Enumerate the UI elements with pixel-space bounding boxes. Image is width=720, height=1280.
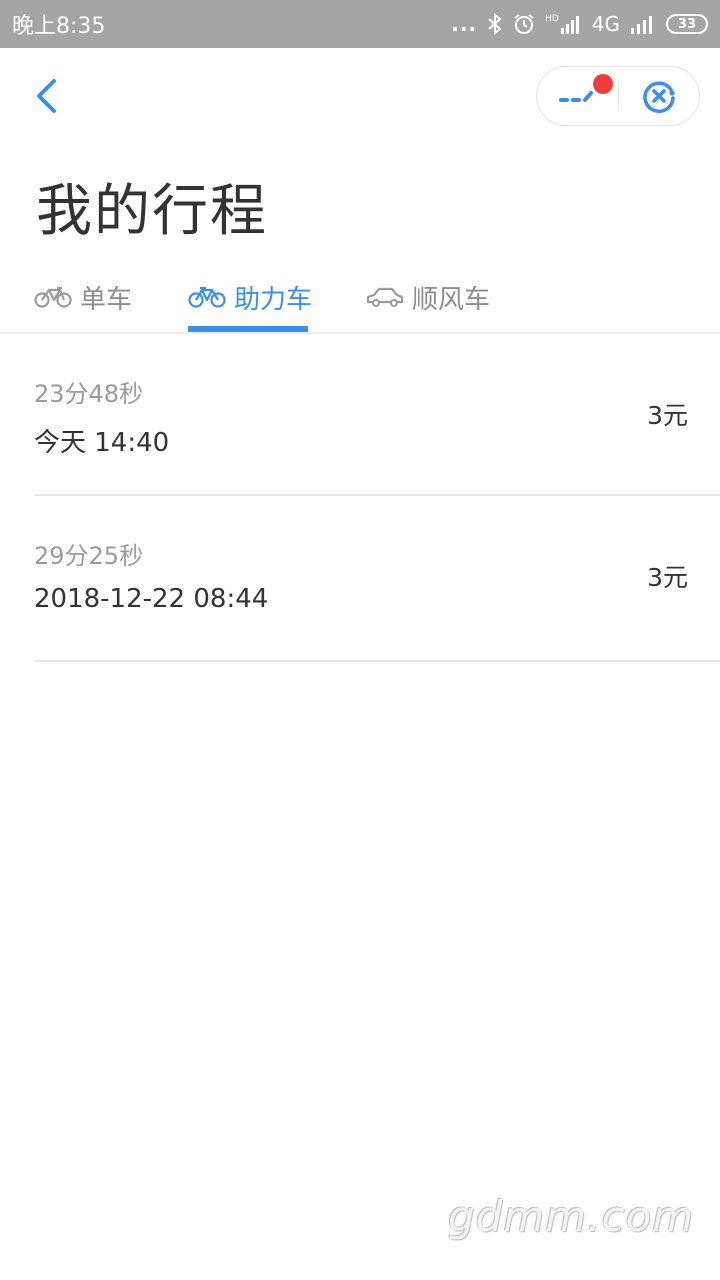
trip-list: 23分48秒 今天 14:40 3元 29分25秒 2018-12-22 08:… [0,334,720,662]
bike-icon [34,286,72,308]
mini-program-capsule [536,66,700,126]
page-title: 我的行程 [36,179,268,244]
trip-time: 今天 14:40 [34,428,170,458]
trip-price: 3元 [647,401,688,430]
tab-ebike[interactable]: 助力车 [188,262,312,332]
status-icons: ... HD 4G 33 [451,12,708,36]
tab-carpool-label: 顺风车 [412,284,491,315]
bluetooth-icon [487,12,503,36]
notification-badge [593,74,613,94]
tab-bike[interactable]: 单车 [34,262,132,332]
chevron-left-icon [37,79,56,113]
status-network: 4G [591,12,620,36]
trip-price: 3元 [647,563,688,592]
status-bar: 晚上8:35 ... HD 4G 33 [0,0,720,48]
signal-hd-icon: HD [545,14,582,34]
trip-duration: 23分48秒 [34,380,144,408]
watermark: gdmm.com [448,1192,695,1241]
back-button[interactable] [26,74,66,118]
trip-duration: 29分25秒 [34,542,144,570]
trip-item[interactable]: 23分48秒 今天 14:40 3元 [34,334,720,496]
status-dots: ... [451,12,478,36]
tab-carpool[interactable]: 顺风车 [366,262,490,332]
car-icon [366,287,404,307]
battery-level: 33 [677,16,697,32]
nav-bar [0,48,720,144]
status-time: 晚上8:35 [12,14,106,39]
signal-icon [630,14,656,34]
tab-ebike-label: 助力车 [234,284,313,315]
battery-icon: 33 [666,14,708,34]
trip-time: 2018-12-22 08:44 [34,584,269,614]
ebike-icon [188,286,226,308]
tab-bike-label: 单车 [80,284,133,315]
status-hd: HD [545,14,559,24]
tab-bar: 单车 助力车 顺风车 [0,262,720,332]
close-circle-icon [643,81,675,113]
close-button[interactable] [619,66,700,126]
more-dots-icon [559,91,594,102]
more-button[interactable] [537,66,618,126]
alarm-icon [513,13,535,35]
trip-item[interactable]: 29分25秒 2018-12-22 08:44 3元 [34,496,720,662]
